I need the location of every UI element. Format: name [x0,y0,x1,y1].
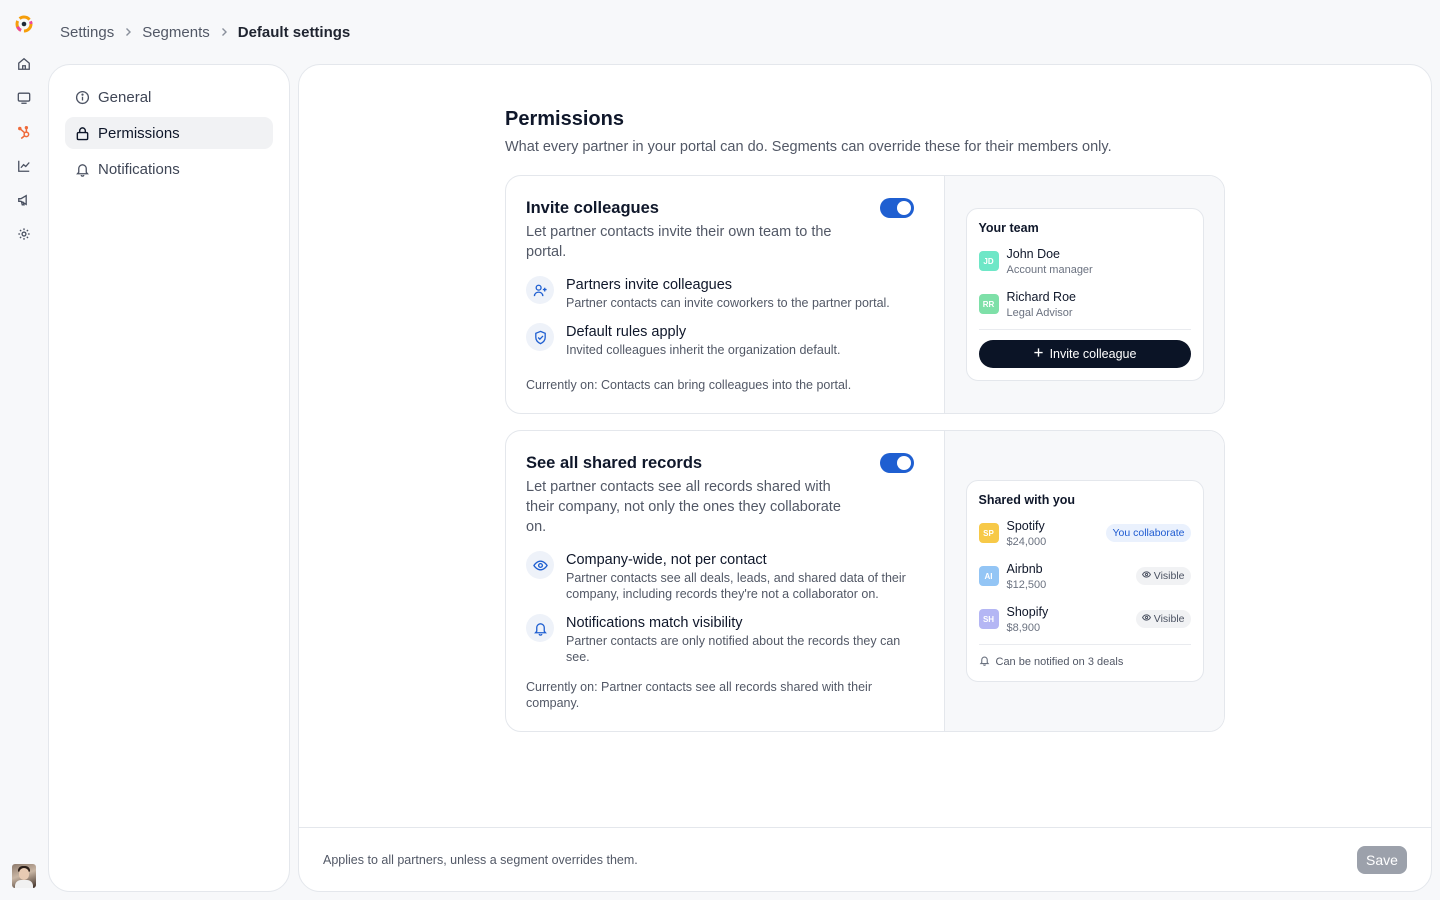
feature-title: Partners invite colleagues [566,277,733,293]
member-role: Account manager [1006,263,1093,276]
card-title: Invite colleagues [526,199,659,217]
footer-text: Applies to all partners, unless a segmen… [323,852,638,867]
current-status-note: Currently on: Contacts can bring colleag… [526,378,852,392]
eye-icon [1141,570,1151,582]
gear-icon[interactable] [15,225,33,243]
invite-colleague-label: Invite colleague [1049,347,1137,361]
invite-colleague-button[interactable]: Invite colleague [978,340,1191,368]
status-badge: Visible [1135,610,1191,628]
shared-records-preview-card: Shared with you SP Spotify $24,000 You c… [965,480,1204,682]
monitor-icon[interactable] [15,89,33,107]
settings-subnav: General Permissions Notifications [48,64,290,892]
invite-colleagues-toggle[interactable] [880,198,914,218]
record-badge: SP [978,523,999,543]
feature-item: Notifications match visibility Partner c… [526,614,924,665]
app-logo[interactable] [12,12,36,36]
record-row: AI Airbnb $12,500 Visible [978,558,1191,594]
chevron-right-icon [218,26,230,38]
info-icon [74,89,90,105]
record-amount: $24,000 [1006,535,1047,548]
subnav-item-notifications[interactable]: Notifications [65,153,273,185]
app-rail [0,0,48,900]
record-badge: AI [978,566,999,586]
member-role: Legal Advisor [1006,306,1073,319]
bell-icon [979,655,990,669]
footer-bar: Applies to all partners, unless a segmen… [299,827,1431,891]
member-badge: RR [978,294,999,314]
user-plus-icon [526,276,554,304]
feature-description: Partner contacts can invite coworkers to… [566,296,890,310]
subnav-item-label: Permissions [98,124,180,142]
shared-records-card: See all shared records Let partner conta… [505,430,1225,732]
record-row: SH Shopify $8,900 Visible [978,601,1191,637]
preview-title: Shared with you [978,493,1076,507]
feature-title: Company-wide, not per contact [566,552,767,568]
preview-title: Your team [978,221,1039,235]
shared-records-toggle[interactable] [880,453,914,473]
record-name: Spotify [1006,518,1045,533]
subnav-item-label: Notifications [98,160,180,178]
status-badge: You collaborate [1106,524,1191,542]
save-button[interactable]: Save [1357,845,1407,874]
feature-description: Partner contacts are only notified about… [566,634,901,664]
page-title: Permissions [505,108,624,130]
invite-colleagues-card: Invite colleagues Let partner contacts i… [505,175,1225,414]
current-status-note: Currently on: Partner contacts see all r… [526,680,872,710]
breadcrumb-settings[interactable]: Settings [60,24,114,41]
megaphone-icon[interactable] [15,191,33,209]
status-badge: Visible [1135,567,1191,585]
team-member-row: RR Richard Roe Legal Advisor [978,286,1191,322]
eye-icon [1141,613,1151,625]
record-amount: $12,500 [1006,578,1047,591]
breadcrumb-segments[interactable]: Segments [142,24,210,41]
card-description: Let partner contacts see all records sha… [526,479,841,535]
breadcrumb-current: Default settings [237,23,351,41]
feature-title: Default rules apply [566,324,687,340]
subnav-item-general[interactable]: General [65,81,273,113]
team-member-row: JD John Doe Account manager [978,243,1191,279]
card-description: Let partner contacts invite their own te… [526,224,832,260]
user-avatar[interactable] [12,864,36,888]
member-badge: JD [978,251,999,271]
notify-summary: Can be notified on 3 deals [979,655,1191,669]
record-amount: $8,900 [1006,621,1041,634]
team-preview-card: Your team JD John Doe Account manager RR… [965,208,1204,381]
feature-description: Invited colleagues inherit the organizat… [566,343,841,357]
permissions-content: Permissions What every partner in your p… [505,105,1225,732]
record-name: Shopify [1006,604,1049,619]
plus-icon [1033,347,1044,361]
main-panel: Permissions What every partner in your p… [298,64,1432,892]
hubspot-icon[interactable] [15,123,33,141]
subnav-item-permissions[interactable]: Permissions [65,117,273,149]
feature-item: Default rules apply Invited colleagues i… [526,323,924,358]
member-name: Richard Roe [1006,289,1076,304]
feature-item: Company-wide, not per contact Partner co… [526,551,924,602]
chart-icon[interactable] [15,157,33,175]
card-title: See all shared records [526,454,703,472]
record-name: Airbnb [1006,561,1043,576]
record-row: SP Spotify $24,000 You collaborate [978,515,1191,551]
bell-icon [526,614,554,642]
bell-icon [74,161,90,177]
feature-description: Partner contacts see all deals, leads, a… [566,571,906,601]
breadcrumb: Settings Segments Default settings [60,22,350,42]
lock-icon [74,125,90,141]
member-name: John Doe [1006,246,1061,261]
home-icon[interactable] [15,55,33,73]
chevron-right-icon [122,26,134,38]
feature-item: Partners invite colleagues Partner conta… [526,276,924,311]
eye-icon [526,551,554,579]
feature-title: Notifications match visibility [566,615,743,631]
record-badge: SH [978,609,999,629]
shield-check-icon [526,323,554,351]
subnav-item-label: General [98,88,152,106]
page-subtitle: What every partner in your portal can do… [505,139,1112,155]
